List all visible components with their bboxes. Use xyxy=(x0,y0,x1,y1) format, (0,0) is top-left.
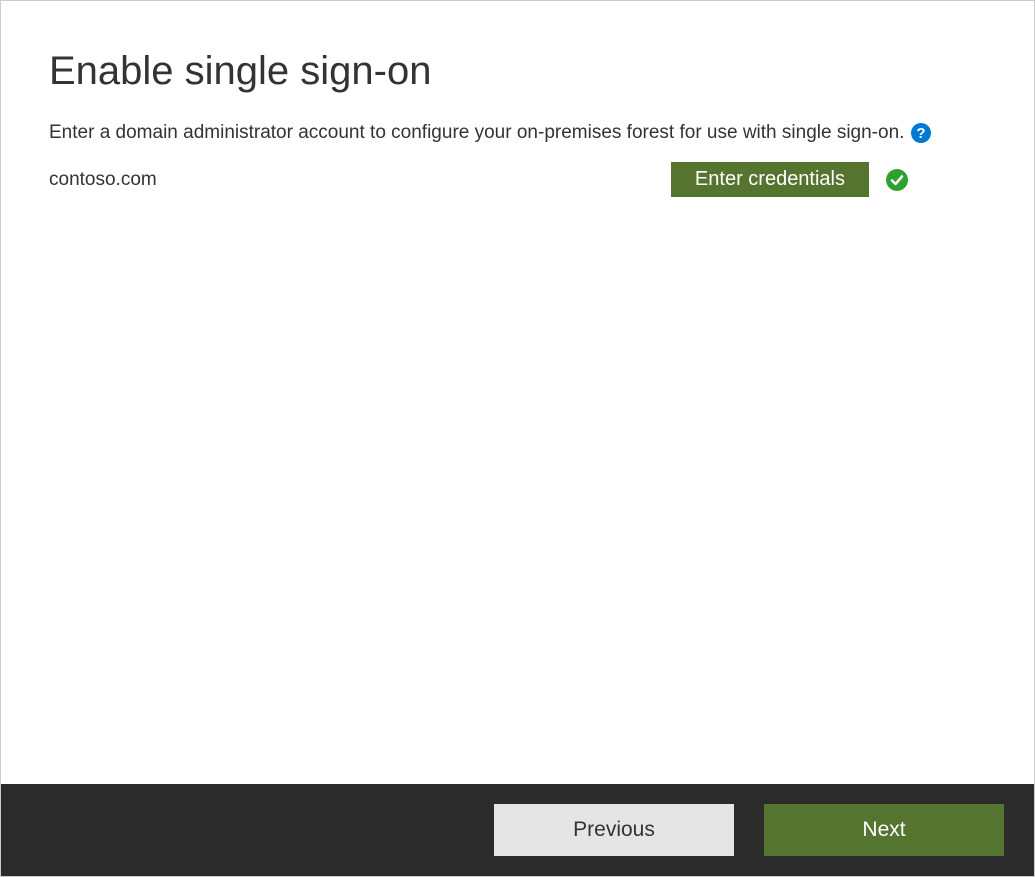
svg-text:?: ? xyxy=(917,125,926,142)
previous-button[interactable]: Previous xyxy=(494,804,734,856)
credentials-group: Enter credentials xyxy=(671,162,909,197)
footer-bar: Previous Next xyxy=(1,784,1034,876)
instruction-text: Enter a domain administrator account to … xyxy=(49,122,904,144)
instruction-row: Enter a domain administrator account to … xyxy=(49,122,986,144)
next-button[interactable]: Next xyxy=(764,804,1004,856)
main-content: Enable single sign-on Enter a domain adm… xyxy=(1,1,1034,784)
page-title: Enable single sign-on xyxy=(49,49,986,94)
domain-row: contoso.com Enter credentials xyxy=(49,162,909,197)
help-icon[interactable]: ? xyxy=(910,122,932,144)
enter-credentials-button[interactable]: Enter credentials xyxy=(671,162,869,197)
domain-name: contoso.com xyxy=(49,169,157,191)
success-check-icon xyxy=(885,168,909,192)
